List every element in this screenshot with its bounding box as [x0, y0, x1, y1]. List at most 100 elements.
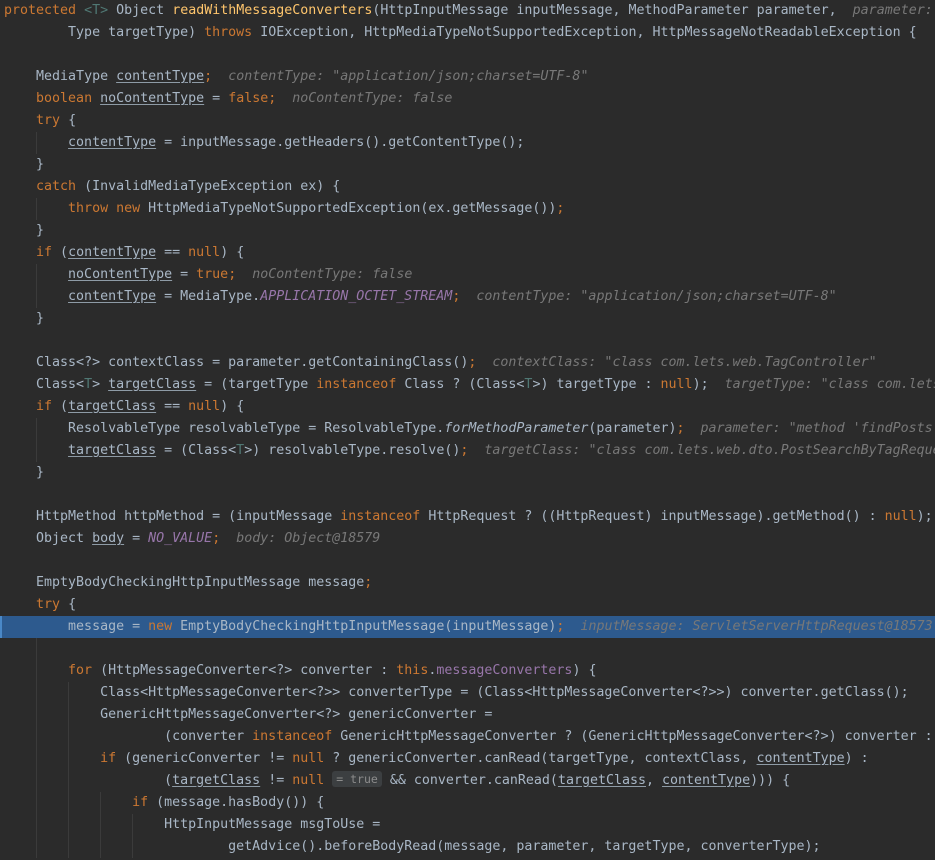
semicolon: ; — [268, 91, 277, 106]
code-line[interactable] — [0, 638, 935, 660]
code-line[interactable] — [0, 550, 935, 572]
semicolon: ; — [228, 267, 237, 282]
inline-debug-hint: noContentType: false — [252, 267, 413, 282]
code-line[interactable]: Class<?> contextClass = parameter.getCon… — [0, 352, 935, 374]
code-line[interactable]: if (message.hasBody()) { — [0, 792, 935, 814]
field: messageConverters — [436, 663, 573, 678]
code-line[interactable]: boolean noContentType = false; noContent… — [0, 88, 935, 110]
code-line[interactable]: Object body = NO_VALUE; body: Object@185… — [0, 528, 935, 550]
code-line[interactable]: } — [0, 154, 935, 176]
code-text: ); — [916, 509, 933, 524]
keyword: if — [36, 245, 53, 260]
code-line[interactable] — [0, 330, 935, 352]
inline-debug-hint: body: Object@18579 — [236, 531, 381, 546]
code-text: == — [156, 245, 189, 260]
code-text: HttpMethod httpMethod = (inputMessage — [36, 509, 341, 524]
keyword: true — [196, 267, 229, 282]
code-line[interactable]: try { — [0, 594, 935, 616]
keyword: null — [292, 751, 325, 766]
code-text: Object — [36, 531, 93, 546]
code-line[interactable]: Class<HttpMessageConverter<?>> converter… — [0, 682, 935, 704]
code-line[interactable]: Class<T> targetClass = (targetType insta… — [0, 374, 935, 396]
code-line[interactable]: contentType = inputMessage.getHeaders().… — [0, 132, 935, 154]
code-text: == — [156, 399, 189, 414]
code-line[interactable]: HttpInputMessage msgToUse = — [0, 814, 935, 836]
code-text: ) { — [572, 663, 597, 678]
keyword: if — [100, 751, 117, 766]
code-editor[interactable]: protected <T> Object readWithMessageConv… — [0, 0, 935, 860]
indent-guide — [36, 638, 37, 660]
return-type: Object — [116, 3, 165, 18]
code-line[interactable]: HttpMethod httpMethod = (inputMessage in… — [0, 506, 935, 528]
code-line[interactable]: catch (InvalidMediaTypeException ex) { — [0, 176, 935, 198]
keyword: try — [36, 113, 61, 128]
code-line[interactable]: throw new HttpMediaTypeNotSupportedExcep… — [0, 198, 935, 220]
keyword: null — [660, 377, 693, 392]
keyword: this — [396, 663, 429, 678]
code-line[interactable]: EmptyBodyCheckingHttpInputMessage messag… — [0, 572, 935, 594]
code-line[interactable] — [0, 44, 935, 66]
code-line[interactable]: Type targetType) throws IOException, Htt… — [0, 22, 935, 44]
code-line[interactable]: getAdvice().beforeBodyRead(message, para… — [0, 836, 935, 858]
code-text: (parameter) — [588, 421, 677, 436]
code-text: Class< — [36, 377, 85, 392]
variable: body — [92, 531, 125, 546]
keyword: null — [292, 773, 325, 788]
code-line[interactable]: if (targetClass == null) { — [0, 396, 935, 418]
code-text: EmptyBodyCheckingHttpInputMessage(inputM… — [172, 619, 557, 634]
code-line[interactable]: (converter instanceof GenericHttpMessage… — [0, 726, 935, 748]
code-text: message = — [68, 619, 149, 634]
keyword: throws — [204, 25, 253, 40]
code-line[interactable]: if (contentType == null) { — [0, 242, 935, 264]
code-text: ) { — [220, 245, 245, 260]
code-line[interactable]: protected <T> Object readWithMessageConv… — [0, 0, 935, 22]
code-line[interactable]: targetClass = (Class<T>) resolvableType.… — [0, 440, 935, 462]
code-line[interactable]: contentType = MediaType.APPLICATION_OCTE… — [0, 286, 935, 308]
code-text: ResolvableType resolvableType = Resolvab… — [68, 421, 445, 436]
code-line[interactable]: GenericHttpMessageConverter<?> genericCo… — [0, 704, 935, 726]
variable: contentType — [68, 135, 157, 150]
code-text: = (Class< — [156, 443, 237, 458]
code-line[interactable]: } — [0, 462, 935, 484]
variable: contentType — [68, 245, 157, 260]
statement: HttpMediaTypeNotSupportedException(ex.ge… — [148, 201, 557, 216]
type-name: MediaType — [36, 69, 109, 84]
keyword: if — [132, 795, 149, 810]
code-line[interactable]: ResolvableType resolvableType = Resolvab… — [0, 418, 935, 440]
brace: { — [60, 597, 77, 612]
code-text: (HttpMessageConverter<?> converter : — [92, 663, 397, 678]
inline-debug-hint: inputMessage: ServletServerHttpRequest@1… — [580, 619, 933, 634]
code-line[interactable]: for (HttpMessageConverter<?> converter :… — [0, 660, 935, 682]
statement: GenericHttpMessageConverter<?> genericCo… — [100, 707, 493, 722]
code-text: > — [92, 377, 109, 392]
code-line[interactable] — [0, 484, 935, 506]
code-line[interactable]: MediaType contentType; contentType: "app… — [0, 66, 935, 88]
variable: targetClass — [68, 443, 157, 458]
code-line[interactable]: if (genericConverter != null ? genericCo… — [0, 748, 935, 770]
code-text: ) { — [220, 399, 245, 414]
constant: NO_VALUE — [148, 531, 213, 546]
variable: targetClass — [108, 377, 197, 392]
code-text: GenericHttpMessageConverter ? (GenericHt… — [332, 729, 935, 744]
code-line[interactable]: noContentType = true; noContentType: fal… — [0, 264, 935, 286]
code-line[interactable]: try { — [0, 110, 935, 132]
code-text: ( — [164, 773, 173, 788]
exceptions: IOException, HttpMediaTypeNotSupportedEx… — [260, 25, 917, 40]
statement: Class<?> contextClass = parameter.getCon… — [36, 355, 469, 370]
code-text: >) resolvableType.resolve() — [244, 443, 461, 458]
keyword: null — [188, 399, 221, 414]
statement: (InvalidMediaTypeException ex) { — [76, 179, 341, 194]
semicolon: ; — [556, 201, 565, 216]
current-execution-line[interactable]: message = new EmptyBodyCheckingHttpInput… — [0, 616, 935, 638]
inline-debug-hint: parameter: — [852, 3, 933, 18]
code-line[interactable]: (targetClass != null = true && converter… — [0, 770, 935, 792]
code-text: Class ? (Class< — [396, 377, 525, 392]
statement: HttpInputMessage msgToUse = — [164, 817, 381, 832]
keyword: null — [884, 509, 917, 524]
code-line[interactable]: } — [0, 220, 935, 242]
variable: targetClass — [172, 773, 261, 788]
static-method: forMethodParameter — [444, 421, 589, 436]
variable: contentType — [756, 751, 845, 766]
code-line[interactable]: } — [0, 308, 935, 330]
code-text: ) : — [844, 751, 869, 766]
